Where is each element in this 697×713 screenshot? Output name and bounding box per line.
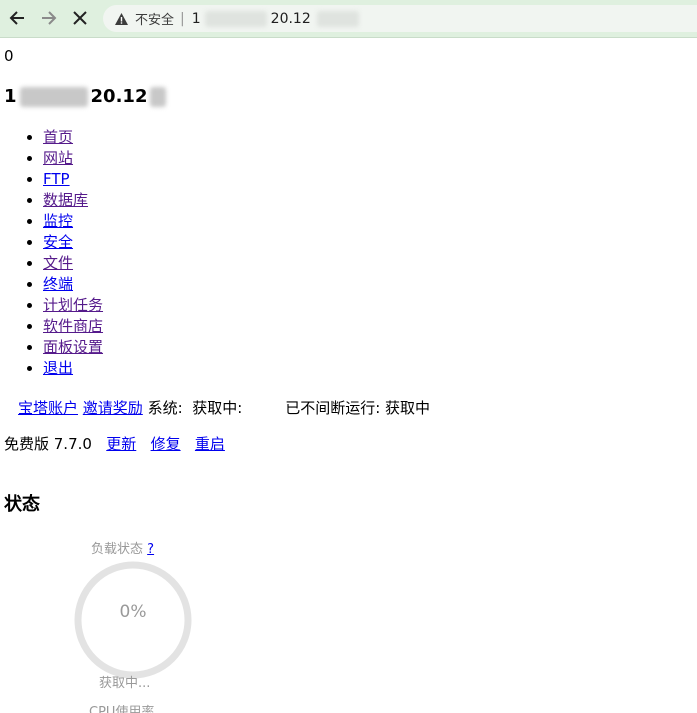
nav-link-files[interactable]: 文件 [43,254,73,272]
nav-link-terminal[interactable]: 终端 [43,275,73,293]
nav-item-terminal: 终端 [43,274,103,295]
nav-link-sites[interactable]: 网站 [43,149,73,167]
redacted-region [316,10,359,27]
back-arrow-icon[interactable] [4,6,30,30]
url-visible: 20.12 [270,10,311,27]
insecure-label: 不安全 [135,13,175,28]
account-link[interactable]: 宝塔账户 [18,399,78,417]
nav-item-store: 软件商店 [43,316,103,337]
invite-link[interactable]: 邀请奖励 [83,399,143,417]
host-visible: 20.12 [90,86,148,107]
redacted-region [150,87,167,107]
address-bar[interactable]: 不安全 | 1 20.12 [103,5,697,32]
status-heading: 状态 [4,494,40,515]
nav-link-logout[interactable]: 退出 [43,359,73,377]
edition-text: 免费版 7.7.0 [4,435,92,453]
load-help-link[interactable]: ? [147,542,154,557]
nav-link-cron[interactable]: 计划任务 [43,296,103,314]
uptime-label: 已不间断运行: [285,399,381,417]
system-value: 获取中: [192,399,243,417]
nav-link-ftp[interactable]: FTP [43,170,70,188]
nav-item-sites: 网站 [43,148,103,169]
warning-triangle-icon[interactable] [113,11,129,27]
nav-link-settings[interactable]: 面板设置 [43,338,103,356]
update-link[interactable]: 更新 [106,435,136,453]
close-icon[interactable] [67,6,93,30]
address-separator: | [180,10,185,27]
nav-item-files: 文件 [43,253,103,274]
redacted-region [19,87,88,107]
nav-item-logout: 退出 [43,358,103,379]
cpu-usage-label: CPU使用率 [89,705,155,713]
host-prefix: 1 [4,86,17,107]
nav-item-ftp: FTP [43,169,103,190]
uptime-value: 获取中 [385,399,431,417]
nav-link-store[interactable]: 软件商店 [43,317,103,335]
system-label: 系统: [147,399,183,417]
nav-item-monitor: 监控 [43,211,103,232]
nav-item-home: 首页 [43,127,103,148]
load-fetching-text: 获取中... [99,676,151,691]
nav-link-home[interactable]: 首页 [43,128,73,146]
browser-toolbar: 不安全 | 1 20.12 [0,0,697,38]
redacted-region [204,10,267,27]
nav-link-security[interactable]: 安全 [43,233,73,251]
nav-item-database: 数据库 [43,190,103,211]
nav-link-monitor[interactable]: 监控 [43,212,73,230]
nav-item-security: 安全 [43,232,103,253]
repair-link[interactable]: 修复 [151,435,181,453]
nav-item-cron: 计划任务 [43,295,103,316]
url-prefix: 1 [191,10,201,27]
nav-item-settings: 面板设置 [43,337,103,358]
host-heading: 1 20.12 [4,86,167,107]
forward-arrow-icon[interactable] [36,6,62,30]
restart-link[interactable]: 重启 [195,435,225,453]
load-label-text: 负载状态 [91,542,144,557]
counter-text: 0 [4,47,14,65]
load-percent: 0% [119,602,147,622]
version-line: 免费版 7.7.0 更新 修复 重启 [4,433,225,454]
main-nav: 首页 网站 FTP 数据库 监控 安全 文件 终端 计划任务 软件商店 面板设置… [0,127,103,379]
load-status-label: 负载状态 ? [91,538,154,557]
url-text[interactable]: 1 20.12 [191,10,359,27]
info-bar: 宝塔账户 邀请奖励 系统: 获取中: 已不间断运行: 获取中 [18,397,430,418]
nav-link-database[interactable]: 数据库 [43,191,88,209]
